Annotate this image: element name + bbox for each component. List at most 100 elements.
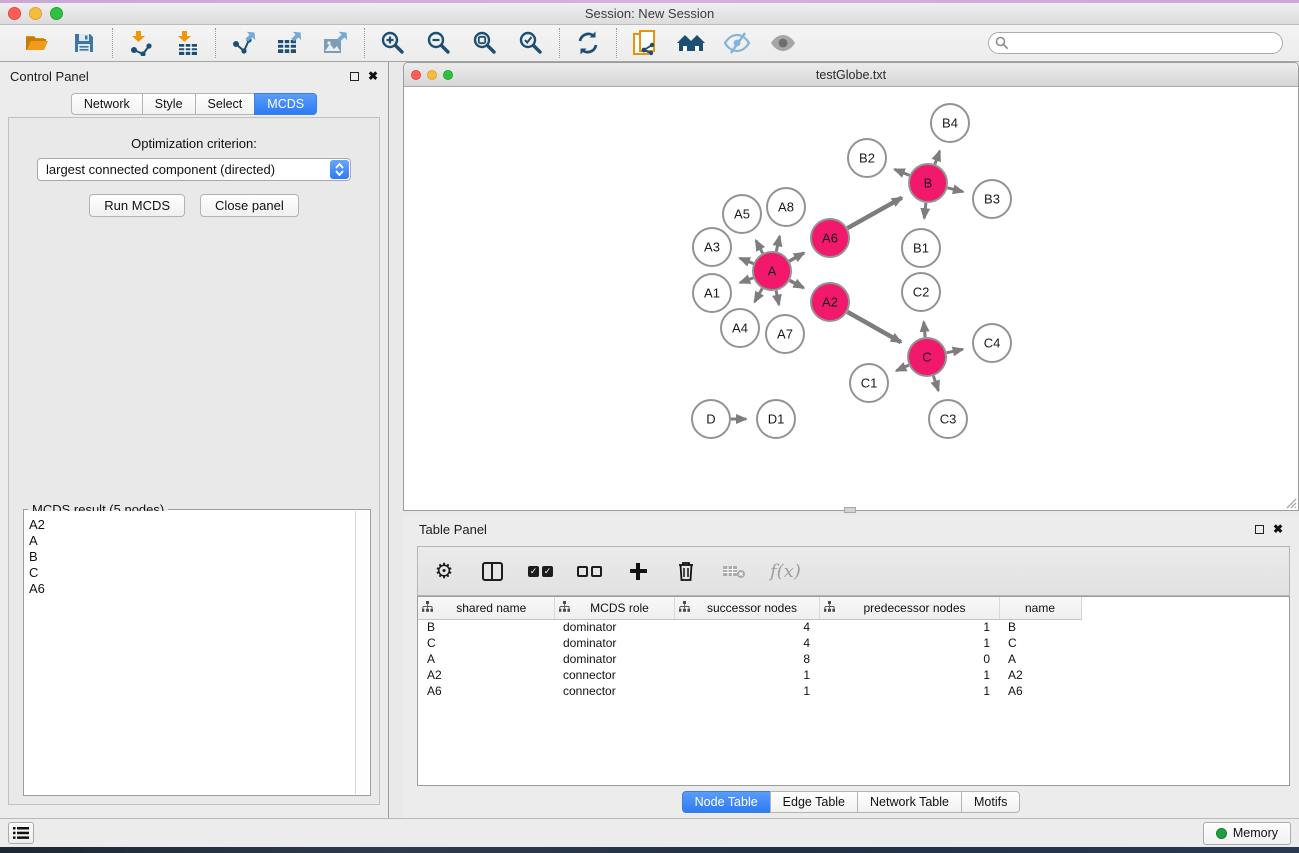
graph-node-C1[interactable]: C1: [850, 364, 888, 402]
table-cell[interactable]: 1: [819, 683, 999, 699]
graph-node-C[interactable]: C: [908, 338, 946, 376]
table-cell[interactable]: B: [418, 619, 554, 635]
table-cell[interactable]: A: [999, 651, 1081, 667]
graph-edge-A-A7[interactable]: [776, 291, 779, 305]
graph-edge-A-A2[interactable]: [790, 280, 804, 287]
table-cell[interactable]: connector: [554, 683, 674, 699]
graph-node-A6[interactable]: A6: [811, 219, 849, 257]
graph-edge-C-C3[interactable]: [933, 376, 938, 391]
table-row[interactable]: Bdominator41B: [418, 619, 1289, 635]
table-cell[interactable]: A: [418, 651, 554, 667]
network-canvas[interactable]: B4B2BB3A5A8A6B1A3AA1C2A2A4A7C4CC1C3DD1: [404, 87, 1298, 510]
graph-edge-A6-B[interactable]: [847, 198, 901, 229]
list-item[interactable]: A: [29, 533, 355, 549]
tab-edge-table[interactable]: Edge Table: [770, 791, 858, 813]
network-graph[interactable]: B4B2BB3A5A8A6B1A3AA1C2A2A4A7C4CC1C3DD1: [404, 87, 1298, 510]
memory-button[interactable]: Memory: [1203, 822, 1291, 845]
graph-node-B1[interactable]: B1: [902, 229, 940, 267]
graph-edge-A2-C[interactable]: [847, 312, 901, 342]
table-settings-gear-icon[interactable]: ⚙: [432, 558, 456, 584]
table-cell[interactable]: 0: [819, 651, 999, 667]
graph-node-D[interactable]: D: [692, 400, 730, 438]
tab-motifs[interactable]: Motifs: [961, 791, 1020, 813]
graph-edge-A-A3[interactable]: [740, 258, 754, 263]
export-network-icon[interactable]: [229, 28, 259, 58]
tab-mcds[interactable]: MCDS: [254, 93, 317, 115]
tab-select[interactable]: Select: [195, 93, 256, 115]
graph-node-B3[interactable]: B3: [973, 180, 1011, 218]
run-mcds-button[interactable]: Run MCDS: [89, 194, 185, 217]
graph-edge-B-B1[interactable]: [924, 203, 926, 218]
tab-style[interactable]: Style: [142, 93, 196, 115]
graph-node-A1[interactable]: A1: [693, 274, 731, 312]
graph-edge-B-B2[interactable]: [895, 169, 910, 175]
table-row[interactable]: A6connector11A6: [418, 683, 1289, 699]
table-row[interactable]: A2connector11A2: [418, 667, 1289, 683]
graph-node-A2[interactable]: A2: [811, 283, 849, 321]
show-panels-list-button[interactable]: [8, 822, 34, 844]
graph-edge-B-B4[interactable]: [935, 151, 940, 164]
graph-node-A8[interactable]: A8: [767, 188, 805, 226]
close-panel-icon[interactable]: ✖: [368, 70, 378, 82]
table-cell[interactable]: dominator: [554, 635, 674, 651]
home-view-icon[interactable]: [676, 28, 706, 58]
table-cell[interactable]: 1: [819, 667, 999, 683]
graph-edge-A-A4[interactable]: [755, 288, 763, 301]
table-cell[interactable]: A2: [999, 667, 1081, 683]
column-header-predecessor-nodes[interactable]: predecessor nodes: [819, 597, 999, 619]
save-session-icon[interactable]: [69, 28, 99, 58]
import-network-icon[interactable]: [126, 28, 156, 58]
select-all-rows-icon[interactable]: ✓✓: [528, 558, 553, 584]
criterion-select[interactable]: largest connected component (directed): [37, 158, 351, 181]
add-column-icon[interactable]: [626, 558, 650, 584]
table-cell[interactable]: dominator: [554, 651, 674, 667]
graph-edge-A-A6[interactable]: [789, 253, 804, 261]
graph-node-B4[interactable]: B4: [931, 104, 969, 142]
resize-grip-icon[interactable]: [1284, 496, 1297, 509]
table-cell[interactable]: 1: [674, 667, 819, 683]
tab-network[interactable]: Network: [71, 93, 143, 115]
graph-node-A7[interactable]: A7: [766, 315, 804, 353]
graph-node-B[interactable]: B: [909, 164, 947, 202]
zoom-in-icon[interactable]: [378, 28, 408, 58]
mcds-result-list[interactable]: A2ABCA6: [25, 511, 355, 794]
refresh-layout-icon[interactable]: [573, 28, 603, 58]
table-cell[interactable]: B: [999, 619, 1081, 635]
export-image-icon[interactable]: [321, 28, 351, 58]
table-cell[interactable]: 4: [674, 635, 819, 651]
graph-node-D1[interactable]: D1: [757, 400, 795, 438]
table-cell[interactable]: 4: [674, 619, 819, 635]
tab-network-table[interactable]: Network Table: [857, 791, 962, 813]
splitter-handle[interactable]: [844, 507, 856, 513]
graph-edge-A-A8[interactable]: [776, 236, 779, 251]
delete-column-trash-icon[interactable]: [674, 558, 698, 584]
close-panel-button[interactable]: Close panel: [200, 194, 299, 217]
show-panels-eye-icon[interactable]: [768, 28, 798, 58]
close-table-panel-icon[interactable]: ✖: [1273, 523, 1283, 535]
table-cell[interactable]: A6: [999, 683, 1081, 699]
open-session-icon[interactable]: [23, 28, 53, 58]
graph-node-A3[interactable]: A3: [693, 228, 731, 266]
column-header-name[interactable]: name: [999, 597, 1081, 619]
graph-node-B2[interactable]: B2: [848, 139, 886, 177]
table-cell[interactable]: 1: [819, 635, 999, 651]
graph-edge-C-C1[interactable]: [896, 365, 908, 371]
table-cell[interactable]: C: [999, 635, 1081, 651]
list-item[interactable]: A6: [29, 581, 355, 597]
graph-node-C2[interactable]: C2: [902, 273, 940, 311]
table-cell[interactable]: 8: [674, 651, 819, 667]
export-table-icon[interactable]: [275, 28, 305, 58]
delete-table-icon[interactable]: [722, 558, 746, 584]
table-cell[interactable]: A6: [418, 683, 554, 699]
zoom-fit-icon[interactable]: [470, 28, 500, 58]
graph-edge-A-A5[interactable]: [756, 241, 763, 254]
clone-network-icon[interactable]: [630, 28, 660, 58]
graph-edge-C-C2[interactable]: [924, 322, 925, 337]
deselect-all-rows-icon[interactable]: [577, 558, 602, 584]
graph-node-C4[interactable]: C4: [973, 324, 1011, 362]
column-header-mcds-role[interactable]: MCDS role: [554, 597, 674, 619]
float-panel-icon[interactable]: [350, 72, 359, 81]
zoom-out-icon[interactable]: [424, 28, 454, 58]
list-item[interactable]: C: [29, 565, 355, 581]
table-row[interactable]: Adominator80A: [418, 651, 1289, 667]
